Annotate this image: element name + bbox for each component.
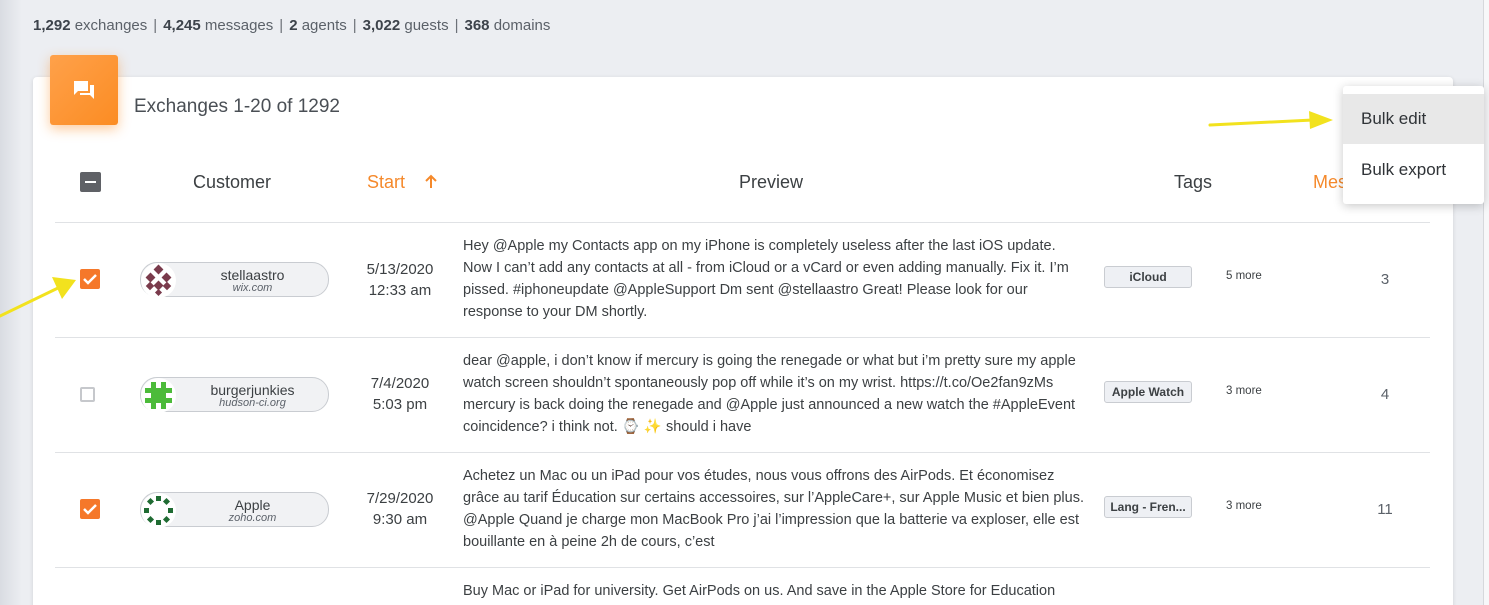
tag-chip[interactable]: Lang - Fren... — [1104, 496, 1192, 518]
summary-stats: 1,292 exchanges | 4,245 messages | 2 agents |… — [33, 17, 551, 34]
message-preview[interactable]: Achetez un Mac ou un iPad pour vos étude… — [463, 465, 1088, 553]
message-count: 3 — [1380, 271, 1390, 288]
avatar — [141, 263, 176, 298]
customer-name: stellaastro — [220, 267, 285, 283]
customer-pill[interactable]: Apple zoho.com — [140, 492, 329, 528]
card-title: Exchanges 1-20 of 1292 — [134, 96, 340, 117]
customer-pill[interactable]: burgerjunkies hudson-ci.org — [140, 377, 329, 413]
message-preview[interactable]: Buy Mac or iPad for university. Get AirP… — [463, 580, 1088, 602]
message-preview[interactable]: Hey @Apple my Contacts app on my iPhone … — [463, 235, 1088, 323]
avatar — [141, 378, 176, 413]
customer-domain: wix.com — [232, 282, 273, 294]
bulk-actions-menu: Bulk edit Bulk export — [1343, 86, 1484, 204]
column-header-customer[interactable]: Customer — [193, 172, 271, 193]
message-preview[interactable]: dear @apple, i don’t know if mercury is … — [463, 350, 1088, 438]
table-row[interactable]: stellaastro wix.com 5/13/2020 12:33 am H… — [0, 223, 1489, 338]
column-header-tags: Tags — [1174, 172, 1213, 192]
row-checkbox-checked[interactable] — [80, 269, 100, 289]
select-all-checkbox[interactable] — [80, 172, 101, 192]
column-header-start[interactable]: Start — [367, 172, 405, 193]
menu-item-bulk-export[interactable]: Bulk export — [1343, 145, 1484, 195]
message-count: 11 — [1377, 501, 1393, 518]
avatar — [141, 493, 176, 528]
column-header-messages[interactable]: Mes — [1313, 172, 1347, 193]
customer-domain: hudson-ci.org — [219, 397, 286, 409]
annotation-arrow-icon — [0, 277, 76, 318]
more-tags-link[interactable]: 5 more — [1226, 270, 1262, 282]
customer-domain: zoho.com — [228, 512, 277, 524]
customer-name: burgerjunkies — [210, 382, 295, 398]
start-datetime: 7/4/2020 5:03 pm — [370, 375, 430, 413]
more-tags-link[interactable]: 3 more — [1226, 385, 1262, 397]
arrow-up-icon[interactable] — [424, 174, 438, 195]
tag-chip[interactable]: Apple Watch — [1104, 381, 1192, 403]
message-count: 4 — [1380, 386, 1390, 403]
start-datetime: 5/13/2020 12:33 am — [366, 261, 434, 299]
customer-pill[interactable]: stellaastro wix.com — [140, 262, 329, 298]
row-checkbox-checked[interactable] — [80, 499, 100, 519]
row-checkbox-unchecked[interactable] — [80, 387, 95, 402]
customer-name: Apple — [234, 497, 271, 513]
table-row[interactable]: Apple zoho.com 7/29/2020 9:30 am Achetez… — [0, 453, 1489, 568]
tag-chip[interactable]: iCloud — [1104, 266, 1192, 288]
menu-item-bulk-edit[interactable]: Bulk edit — [1343, 94, 1484, 144]
table-row[interactable]: burgerjunkies hudson-ci.org 7/4/2020 5:0… — [0, 338, 1489, 453]
start-datetime: 7/29/2020 9:30 am — [366, 490, 434, 528]
chat-bubbles-icon — [50, 55, 118, 125]
column-header-preview: Preview — [739, 172, 804, 192]
more-tags-link[interactable]: 3 more — [1226, 500, 1262, 512]
annotation-arrow-icon — [1208, 111, 1333, 129]
row-divider — [55, 567, 1430, 568]
